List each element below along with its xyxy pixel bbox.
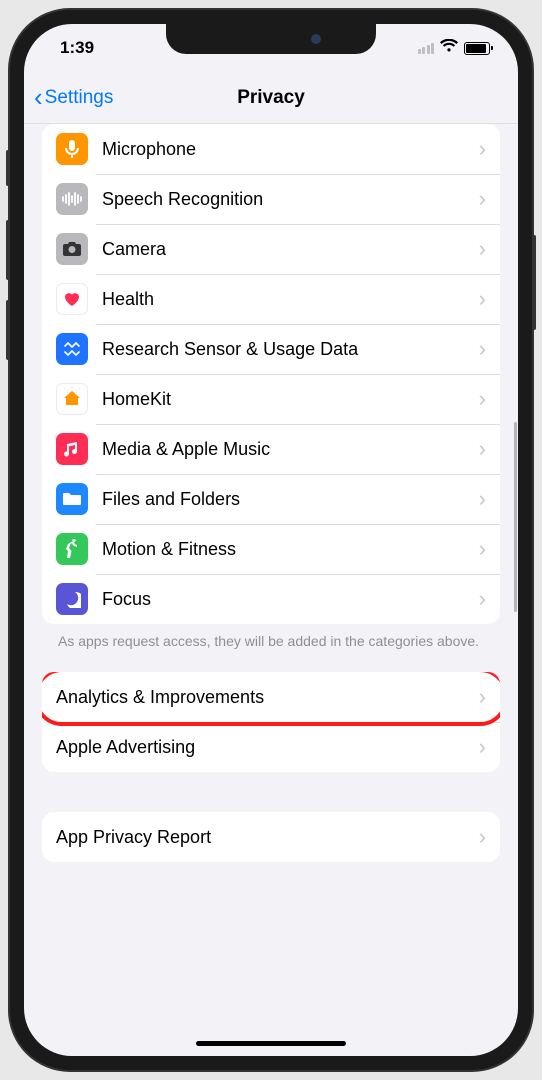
nav-bar: ‹ Settings Privacy xyxy=(24,72,518,124)
motion-icon xyxy=(56,533,88,565)
camera-icon xyxy=(56,233,88,265)
folder-icon xyxy=(56,483,88,515)
row-label: Focus xyxy=(102,589,479,610)
power-button xyxy=(532,235,536,330)
screen: 1:39 ‹ Settings Privacy xyxy=(24,24,518,1056)
permissions-footer-text: As apps request access, they will be add… xyxy=(42,624,500,650)
row-label: Microphone xyxy=(102,139,479,160)
settings-group-privacy-report: App Privacy Report › xyxy=(42,812,500,862)
battery-icon xyxy=(464,42,490,55)
row-label: Motion & Fitness xyxy=(102,539,479,560)
volume-up-button xyxy=(6,220,10,280)
settings-group-analytics: Analytics & Improvements › Apple Adverti… xyxy=(42,672,500,772)
row-label: Camera xyxy=(102,239,479,260)
phone-frame: 1:39 ‹ Settings Privacy xyxy=(10,10,532,1070)
volume-down-button xyxy=(6,300,10,360)
music-icon xyxy=(56,433,88,465)
row-label: Speech Recognition xyxy=(102,189,479,210)
wifi-icon xyxy=(440,38,458,58)
settings-group-permissions: Microphone › Speech Recognition › Camera… xyxy=(42,124,500,624)
page-title: Privacy xyxy=(237,87,305,109)
row-label: Apple Advertising xyxy=(56,737,479,758)
chevron-right-icon: › xyxy=(479,734,486,760)
row-label: Health xyxy=(102,289,479,310)
row-app-privacy-report[interactable]: App Privacy Report › xyxy=(42,812,500,862)
chevron-right-icon: › xyxy=(479,824,486,850)
health-icon xyxy=(56,283,88,315)
row-analytics-improvements[interactable]: Analytics & Improvements › xyxy=(42,672,500,722)
row-label: App Privacy Report xyxy=(56,827,479,848)
row-files-folders[interactable]: Files and Folders › xyxy=(42,474,500,524)
row-motion-fitness[interactable]: Motion & Fitness › xyxy=(42,524,500,574)
mute-switch xyxy=(6,150,10,186)
chevron-right-icon: › xyxy=(479,336,486,362)
focus-icon xyxy=(56,583,88,615)
research-icon xyxy=(56,333,88,365)
chevron-right-icon: › xyxy=(479,236,486,262)
chevron-right-icon: › xyxy=(479,186,486,212)
row-label: Research Sensor & Usage Data xyxy=(102,339,479,360)
chevron-right-icon: › xyxy=(479,386,486,412)
status-time: 1:39 xyxy=(52,38,94,58)
chevron-right-icon: › xyxy=(479,286,486,312)
row-media-music[interactable]: Media & Apple Music › xyxy=(42,424,500,474)
row-speech-recognition[interactable]: Speech Recognition › xyxy=(42,174,500,224)
row-label: HomeKit xyxy=(102,389,479,410)
notch xyxy=(166,24,376,54)
status-indicators xyxy=(418,38,491,58)
chevron-right-icon: › xyxy=(479,586,486,612)
row-microphone[interactable]: Microphone › xyxy=(42,124,500,174)
microphone-icon xyxy=(56,133,88,165)
row-homekit[interactable]: HomeKit › xyxy=(42,374,500,424)
row-health[interactable]: Health › xyxy=(42,274,500,324)
chevron-right-icon: › xyxy=(479,436,486,462)
row-apple-advertising[interactable]: Apple Advertising › xyxy=(42,722,500,772)
home-indicator[interactable] xyxy=(196,1041,346,1046)
chevron-right-icon: › xyxy=(479,536,486,562)
homekit-icon xyxy=(56,383,88,415)
chevron-left-icon: ‹ xyxy=(34,82,43,113)
row-label: Media & Apple Music xyxy=(102,439,479,460)
scroll-indicator xyxy=(514,422,517,612)
back-button[interactable]: ‹ Settings xyxy=(34,82,113,113)
row-research[interactable]: Research Sensor & Usage Data › xyxy=(42,324,500,374)
row-focus[interactable]: Focus › xyxy=(42,574,500,624)
row-camera[interactable]: Camera › xyxy=(42,224,500,274)
chevron-right-icon: › xyxy=(479,684,486,710)
speech-icon xyxy=(56,183,88,215)
content-scroll[interactable]: Microphone › Speech Recognition › Camera… xyxy=(24,124,518,1056)
chevron-right-icon: › xyxy=(479,136,486,162)
back-label: Settings xyxy=(45,87,114,109)
row-label: Analytics & Improvements xyxy=(56,687,479,708)
chevron-right-icon: › xyxy=(479,486,486,512)
cellular-signal-icon xyxy=(418,43,435,54)
row-label: Files and Folders xyxy=(102,489,479,510)
